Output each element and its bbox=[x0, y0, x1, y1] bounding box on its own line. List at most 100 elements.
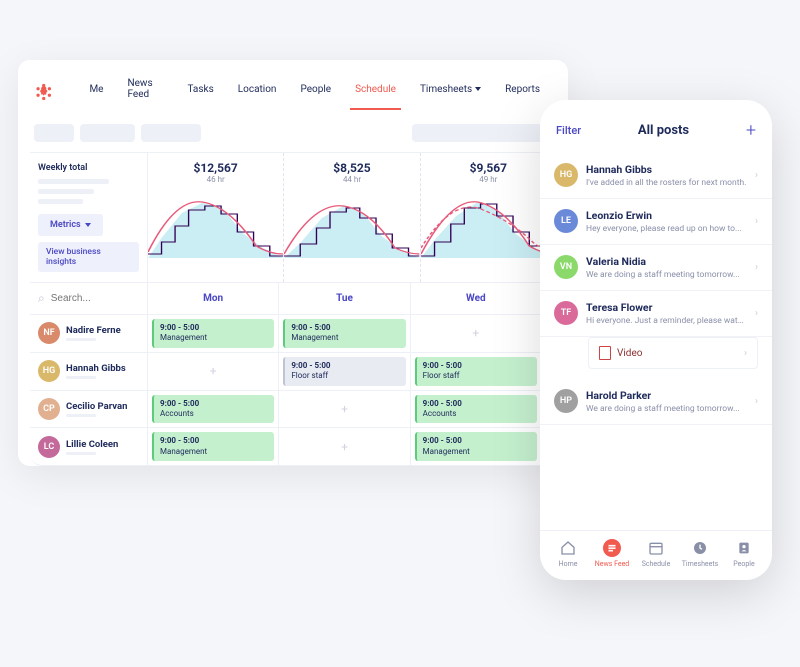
shift-card[interactable]: 9:00 - 5:00Accounts bbox=[415, 395, 537, 424]
person-cell[interactable]: NF Nadire Ferne bbox=[30, 315, 148, 352]
avatar: HG bbox=[38, 360, 60, 382]
post-author: Harold Parker bbox=[586, 389, 747, 402]
shift-cell[interactable]: + bbox=[279, 428, 410, 465]
shift-card[interactable]: 9:00 - 5:00Floor staff bbox=[415, 357, 537, 386]
nav-timesheets[interactable]: Timesheets bbox=[408, 74, 493, 110]
mobile-header: Filter All posts + bbox=[540, 116, 772, 153]
post-author: Leonzio Erwin bbox=[586, 209, 747, 222]
add-shift-icon[interactable]: + bbox=[341, 440, 348, 454]
shift-role: Accounts bbox=[423, 409, 531, 419]
summary-sidebar: Weekly total Metrics View business insig… bbox=[30, 153, 148, 282]
person-icon bbox=[735, 539, 753, 557]
schedule-row: HGHannah Gibbs+9:00 - 5:00Floor staff9:0… bbox=[30, 353, 556, 391]
shift-cell[interactable]: 9:00 - 5:00Management bbox=[148, 315, 279, 352]
app-logo-icon bbox=[34, 82, 53, 102]
clock-icon bbox=[691, 539, 709, 557]
post-excerpt: Hi everyone. Just a reminder, please wat… bbox=[586, 316, 747, 326]
skeleton bbox=[141, 124, 201, 142]
shift-cell[interactable]: + bbox=[148, 353, 279, 390]
search-cell: ⌕ bbox=[30, 283, 148, 314]
tab-people[interactable]: People bbox=[722, 539, 766, 568]
view-insights-button[interactable]: View business insights bbox=[38, 242, 139, 272]
shift-cell[interactable]: 9:00 - 5:00Accounts bbox=[148, 391, 279, 428]
news-feed-icon bbox=[603, 539, 621, 557]
tab-timesheets[interactable]: Timesheets bbox=[678, 539, 722, 568]
summary-row: Weekly total Metrics View business insig… bbox=[30, 152, 556, 283]
mobile-title: All posts bbox=[638, 123, 689, 138]
nav-schedule[interactable]: Schedule bbox=[343, 74, 408, 110]
tab-home[interactable]: Home bbox=[546, 539, 590, 568]
schedule-header-row: ⌕ Mon Tue Wed bbox=[30, 283, 556, 315]
shift-cell[interactable]: 9:00 - 5:00Management bbox=[411, 428, 542, 465]
tab-label: People bbox=[733, 560, 754, 568]
nav-location[interactable]: Location bbox=[226, 74, 289, 110]
chart-col-wed: $9,567 49 hr bbox=[420, 153, 556, 282]
chevron-right-icon: › bbox=[755, 396, 758, 407]
shift-card[interactable]: 9:00 - 5:00Floor staff bbox=[283, 357, 405, 386]
chart-col-tue: $8,525 44 hr bbox=[283, 153, 419, 282]
tab-news-feed[interactable]: News Feed bbox=[590, 539, 634, 568]
shift-role: Management bbox=[291, 333, 399, 343]
tab-schedule[interactable]: Schedule bbox=[634, 539, 678, 568]
post-list[interactable]: HGHannah GibbsI've added in all the rost… bbox=[540, 153, 772, 530]
skeleton bbox=[38, 199, 83, 204]
add-shift-icon[interactable]: + bbox=[472, 326, 479, 340]
chart-svg bbox=[421, 188, 556, 258]
shift-cell[interactable]: + bbox=[279, 391, 410, 428]
toolbar-placeholder bbox=[30, 120, 556, 152]
avatar: NF bbox=[38, 322, 60, 344]
nav-tasks[interactable]: Tasks bbox=[176, 74, 226, 110]
shift-role: Floor staff bbox=[423, 371, 531, 381]
shift-card[interactable]: 9:00 - 5:00Management bbox=[283, 319, 405, 348]
shift-cell[interactable]: 9:00 - 5:00Floor staff bbox=[279, 353, 410, 390]
person-cell[interactable]: CP Cecilio Parvan bbox=[30, 391, 148, 428]
shift-time: 9:00 - 5:00 bbox=[160, 323, 268, 333]
shift-time: 9:00 - 5:00 bbox=[291, 361, 399, 371]
chevron-right-icon: › bbox=[755, 216, 758, 227]
person-cell[interactable]: HGHannah Gibbs bbox=[30, 353, 148, 390]
nav-reports[interactable]: Reports bbox=[493, 74, 552, 110]
add-shift-icon[interactable]: + bbox=[210, 364, 217, 378]
post-excerpt: We are doing a staff meeting tomorrow... bbox=[586, 404, 747, 414]
chevron-down-icon bbox=[475, 87, 481, 91]
search-input[interactable] bbox=[51, 293, 121, 304]
add-shift-icon[interactable]: + bbox=[341, 402, 348, 416]
skeleton bbox=[38, 179, 109, 184]
video-attachment[interactable]: Video› bbox=[588, 337, 758, 369]
nav-me[interactable]: Me bbox=[77, 74, 115, 110]
person-cell[interactable]: LCLillie Coleen bbox=[30, 428, 148, 465]
metrics-button[interactable]: Metrics bbox=[38, 214, 103, 236]
shift-card[interactable]: 9:00 - 5:00Management bbox=[152, 432, 274, 461]
shift-cell[interactable]: 9:00 - 5:00Management bbox=[148, 428, 279, 465]
day-header-mon[interactable]: Mon bbox=[148, 283, 279, 314]
nav-people[interactable]: People bbox=[288, 74, 343, 110]
shift-time: 9:00 - 5:00 bbox=[160, 436, 268, 446]
chevron-right-icon: › bbox=[755, 262, 758, 273]
post-item[interactable]: TFTeresa FlowerHi everyone. Just a remin… bbox=[540, 291, 772, 337]
day-header-tue[interactable]: Tue bbox=[279, 283, 410, 314]
shift-role: Management bbox=[160, 333, 268, 343]
post-excerpt: I've added in all the rosters for next m… bbox=[586, 178, 747, 188]
post-excerpt: Hey everyone, please read up on how to..… bbox=[586, 224, 747, 234]
chart-col-mon: $12,567 46 hr bbox=[148, 153, 283, 282]
day-header-wed[interactable]: Wed bbox=[411, 283, 542, 314]
shift-card[interactable]: 9:00 - 5:00Accounts bbox=[152, 395, 274, 424]
post-item[interactable]: LELeonzio ErwinHey everyone, please read… bbox=[540, 199, 772, 245]
post-item[interactable]: VNValeria NidiaWe are doing a staff meet… bbox=[540, 245, 772, 291]
shift-cell[interactable]: + bbox=[411, 315, 542, 352]
schedule-row: LCLillie Coleen9:00 - 5:00Management+9:0… bbox=[30, 428, 556, 466]
post-excerpt: We are doing a staff meeting tomorrow... bbox=[586, 270, 747, 280]
add-post-button[interactable]: + bbox=[746, 120, 756, 141]
avatar: CP bbox=[38, 398, 60, 420]
person-name: Nadire Ferne bbox=[66, 325, 121, 336]
post-item[interactable]: HPHarold ParkerWe are doing a staff meet… bbox=[540, 379, 772, 425]
shift-card[interactable]: 9:00 - 5:00Management bbox=[152, 319, 274, 348]
nav-news-feed[interactable]: News Feed bbox=[116, 74, 176, 110]
shift-cell[interactable]: 9:00 - 5:00Accounts bbox=[411, 391, 542, 428]
filter-button[interactable]: Filter bbox=[556, 124, 581, 137]
shift-card[interactable]: 9:00 - 5:00Management bbox=[415, 432, 537, 461]
shift-cell[interactable]: 9:00 - 5:00Floor staff bbox=[411, 353, 542, 390]
shift-cell[interactable]: 9:00 - 5:00Management bbox=[279, 315, 410, 352]
post-item[interactable]: HGHannah GibbsI've added in all the rost… bbox=[540, 153, 772, 199]
person-name: Cecilio Parvan bbox=[66, 401, 127, 412]
